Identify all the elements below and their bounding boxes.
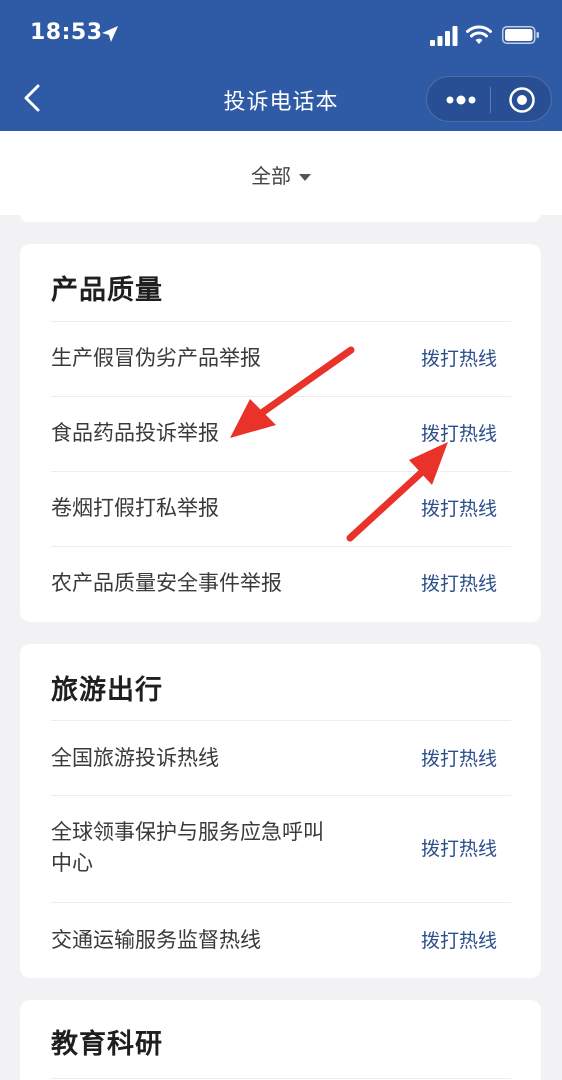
item-label: 卷烟打假打私举报 [51, 496, 219, 520]
nav-bar: 投诉电话本 [0, 70, 562, 131]
signal-icon [430, 26, 458, 46]
previous-card-edge [20, 212, 541, 222]
status-bar: 18:53 [0, 0, 562, 70]
mini-program-capsule [426, 76, 552, 122]
list-item[interactable]: 交通运输服务监督热线 拨打热线 [51, 902, 511, 978]
close-target-icon[interactable] [507, 85, 537, 115]
capsule-divider [490, 87, 491, 113]
status-time: 18:53 [30, 20, 103, 45]
screen: 18:53 投诉电话本 全部 产品质量 生产假冒伪劣产品举报 拨打热线 食品药品… [0, 0, 562, 1080]
filter-dropdown[interactable]: 全部 [0, 160, 562, 189]
call-hotline-button[interactable]: 拨打热线 [421, 496, 497, 522]
list-item[interactable]: 农产品质量安全事件举报 拨打热线 [51, 546, 511, 622]
call-hotline-button[interactable]: 拨打热线 [421, 346, 497, 372]
list-item[interactable]: 食品药品投诉举报 拨打热线 [51, 396, 511, 471]
status-icons [430, 24, 540, 48]
wifi-icon [466, 25, 492, 44]
battery-icon [502, 26, 539, 44]
item-label: 全国旅游投诉热线 [51, 746, 219, 770]
item-label: 农产品质量安全事件举报 [51, 571, 282, 595]
item-label: 全球领事保护与服务应急呼叫中心 [51, 820, 324, 875]
list-item[interactable]: 全国旅游投诉热线 拨打热线 [51, 720, 511, 795]
section-title: 产品质量 [51, 275, 163, 306]
call-hotline-button[interactable]: 拨打热线 [421, 571, 497, 597]
section-card-education: 教育科研 [20, 1000, 541, 1080]
item-label: 交通运输服务监督热线 [51, 928, 261, 952]
call-hotline-button[interactable]: 拨打热线 [421, 836, 497, 862]
list-item[interactable]: 全球领事保护与服务应急呼叫中心 拨打热线 [51, 795, 511, 902]
item-label: 食品药品投诉举报 [51, 421, 219, 445]
header: 18:53 投诉电话本 [0, 0, 562, 131]
item-label: 生产假冒伪劣产品举报 [51, 346, 261, 370]
section-card-travel: 旅游出行 全国旅游投诉热线 拨打热线 全球领事保护与服务应急呼叫中心 拨打热线 … [20, 644, 541, 978]
call-hotline-button[interactable]: 拨打热线 [421, 421, 497, 447]
filter-label: 全部 [251, 164, 291, 188]
more-icon[interactable] [443, 88, 479, 112]
location-arrow-icon [102, 26, 118, 42]
filter-bar[interactable]: 全部 [0, 131, 562, 215]
list-item[interactable]: 生产假冒伪劣产品举报 拨打热线 [51, 321, 511, 396]
call-hotline-button[interactable]: 拨打热线 [421, 928, 497, 954]
section-card-product-quality: 产品质量 生产假冒伪劣产品举报 拨打热线 食品药品投诉举报 拨打热线 卷烟打假打… [20, 244, 541, 622]
list-item[interactable]: 卷烟打假打私举报 拨打热线 [51, 471, 511, 546]
caret-down-icon [299, 174, 311, 181]
call-hotline-button[interactable]: 拨打热线 [421, 746, 497, 772]
section-title: 旅游出行 [51, 675, 163, 706]
section-title: 教育科研 [51, 1029, 163, 1060]
